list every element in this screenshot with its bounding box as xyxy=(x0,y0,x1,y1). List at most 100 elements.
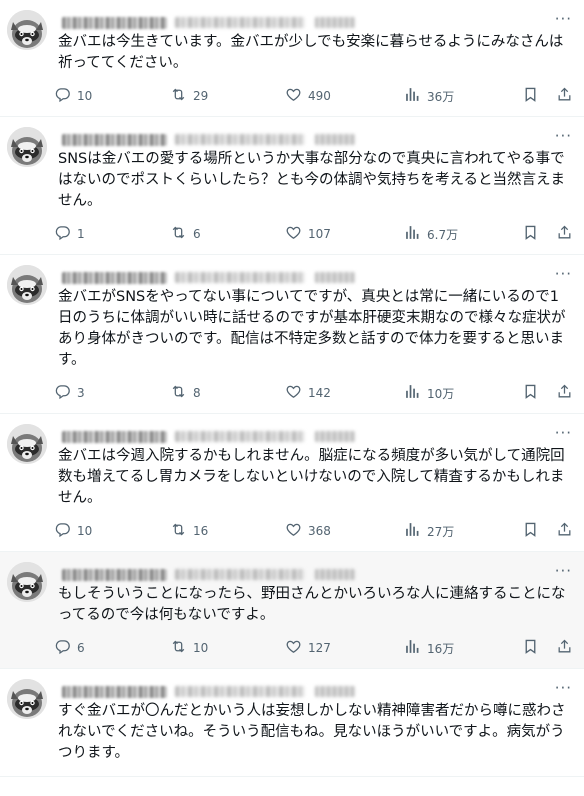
timeline: ··· 金バエは今生きています。金バエが少しでも安楽に暮らせるようにみなさんは祈… xyxy=(0,0,584,777)
blurred-date xyxy=(315,569,355,580)
more-icon[interactable]: ··· xyxy=(555,562,572,580)
action-bar: 3 8 142 10万 xyxy=(55,371,573,413)
retweet-icon xyxy=(170,383,187,403)
more-icon[interactable]: ··· xyxy=(555,127,572,145)
more-icon[interactable]: ··· xyxy=(555,265,572,283)
reply-button[interactable]: 3 xyxy=(54,383,85,403)
retweet-button[interactable]: 10 xyxy=(170,638,208,658)
tweet-header: ··· xyxy=(62,265,572,285)
avatar[interactable] xyxy=(7,562,47,602)
avatar[interactable] xyxy=(7,10,47,50)
retweet-count: 10 xyxy=(193,641,209,655)
blurred-handle xyxy=(175,569,305,580)
more-icon[interactable]: ··· xyxy=(555,10,572,28)
tweet[interactable]: ··· 金バエは今週入院するかもしれません。脳症になる頻度が多い気がして通院回数… xyxy=(0,414,584,552)
views-button[interactable]: 36万 xyxy=(404,86,454,106)
views-icon xyxy=(404,521,421,541)
reply-button[interactable]: 10 xyxy=(54,521,92,541)
tweet-text: 金バエは今週入院するかもしれません。脳症になる頻度が多い気がして通院回数も増えて… xyxy=(58,448,565,506)
blurred-handle xyxy=(175,134,305,145)
views-button[interactable]: 10万 xyxy=(404,383,454,403)
retweet-icon xyxy=(170,638,187,658)
retweet-button[interactable]: 6 xyxy=(170,224,201,244)
retweet-button[interactable]: 16 xyxy=(170,521,208,541)
share-button[interactable] xyxy=(556,224,573,244)
blurred-date xyxy=(315,686,355,697)
blurred-date xyxy=(315,17,355,28)
like-button[interactable]: 142 xyxy=(285,383,331,403)
reply-button[interactable]: 1 xyxy=(54,224,85,244)
bookmark-icon xyxy=(522,521,539,541)
avatar[interactable] xyxy=(7,265,47,305)
retweet-button[interactable]: 29 xyxy=(170,86,208,106)
bookmark-button[interactable] xyxy=(522,521,539,541)
tweet[interactable]: ··· 金バエは今生きています。金バエが少しでも安楽に暮らせるようにみなさんは祈… xyxy=(0,0,584,117)
blurred-date xyxy=(315,431,355,442)
avatar[interactable] xyxy=(7,127,47,167)
blurred-handle xyxy=(175,272,305,283)
like-count: 127 xyxy=(308,641,331,655)
views-button[interactable]: 16万 xyxy=(404,638,454,658)
bookmark-button[interactable] xyxy=(522,224,539,244)
view-count: 6.7万 xyxy=(427,227,459,242)
retweet-icon xyxy=(170,86,187,106)
like-count: 490 xyxy=(308,89,331,103)
reply-count: 3 xyxy=(77,386,85,400)
views-icon xyxy=(404,86,421,106)
action-bar: 6 10 127 16万 xyxy=(55,626,573,668)
like-button[interactable]: 107 xyxy=(285,224,331,244)
view-count: 36万 xyxy=(427,89,455,104)
heart-icon xyxy=(285,86,302,106)
bookmark-icon xyxy=(522,86,539,106)
heart-icon xyxy=(285,383,302,403)
share-icon xyxy=(556,86,573,106)
retweet-icon xyxy=(170,224,187,244)
reply-count: 6 xyxy=(77,641,85,655)
share-button[interactable] xyxy=(556,86,573,106)
blurred-handle xyxy=(175,431,305,442)
views-button[interactable]: 27万 xyxy=(404,521,454,541)
retweet-count: 16 xyxy=(193,524,209,538)
heart-icon xyxy=(285,521,302,541)
bookmark-button[interactable] xyxy=(522,638,539,658)
bookmark-button[interactable] xyxy=(522,86,539,106)
views-icon xyxy=(404,383,421,403)
tweet-text: すぐ金バエが〇んだとかいう人は妄想しかしない精神障害者だから噂に惑わされないでく… xyxy=(58,703,566,761)
blurred-display-name xyxy=(62,133,167,146)
like-button[interactable]: 127 xyxy=(285,638,331,658)
share-button[interactable] xyxy=(556,383,573,403)
share-button[interactable] xyxy=(556,521,573,541)
tweet[interactable]: ··· すぐ金バエが〇んだとかいう人は妄想しかしない精神障害者だから噂に惑わされ… xyxy=(0,669,584,777)
bookmark-icon xyxy=(522,224,539,244)
views-button[interactable]: 6.7万 xyxy=(404,224,458,244)
reply-button[interactable]: 6 xyxy=(54,638,85,658)
tweet-header: ··· xyxy=(62,679,572,699)
tweet[interactable]: ··· SNSは金バエの愛する場所というか大事な部分なので真央に言われてやる事で… xyxy=(0,117,584,255)
retweet-button[interactable]: 8 xyxy=(170,383,201,403)
like-button[interactable]: 490 xyxy=(285,86,331,106)
like-count: 142 xyxy=(308,386,331,400)
heart-icon xyxy=(285,224,302,244)
avatar[interactable] xyxy=(7,424,47,464)
share-icon xyxy=(556,383,573,403)
more-icon[interactable]: ··· xyxy=(555,424,572,442)
blurred-display-name xyxy=(62,568,167,581)
avatar[interactable] xyxy=(7,679,47,719)
like-button[interactable]: 368 xyxy=(285,521,331,541)
more-icon[interactable]: ··· xyxy=(555,679,572,697)
tweet[interactable]: ··· 金バエがSNSをやってない事についてですが、真央とは常に一緒にいるので1… xyxy=(0,255,584,414)
share-button[interactable] xyxy=(556,638,573,658)
blurred-display-name xyxy=(62,271,167,284)
like-count: 107 xyxy=(308,227,331,241)
tweet-header: ··· xyxy=(62,10,572,30)
bookmark-button[interactable] xyxy=(522,383,539,403)
bookmark-icon xyxy=(522,383,539,403)
tweet[interactable]: ··· もしそういうことになったら、野田さんとかいろいろな人に連絡することになっ… xyxy=(0,552,584,669)
views-icon xyxy=(404,224,421,244)
like-count: 368 xyxy=(308,524,331,538)
reply-icon xyxy=(54,86,71,106)
retweet-icon xyxy=(170,521,187,541)
view-count: 27万 xyxy=(427,524,455,539)
reply-button[interactable]: 10 xyxy=(54,86,92,106)
tweet-header: ··· xyxy=(62,127,572,147)
